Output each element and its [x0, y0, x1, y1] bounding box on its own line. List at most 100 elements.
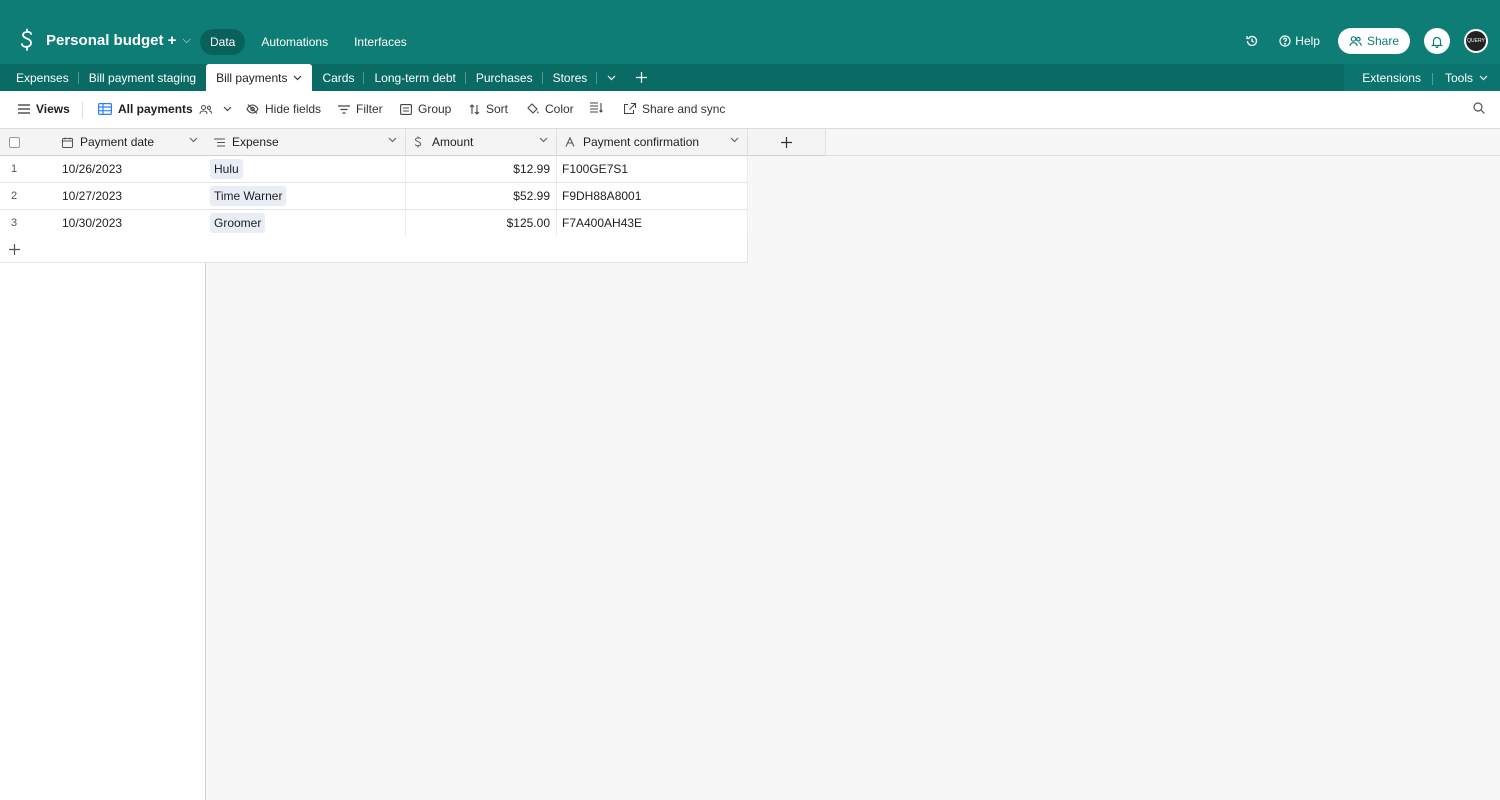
- tab-label: Bill payments: [216, 70, 288, 85]
- column-header-payment-confirmation: Payment confirmation: [583, 135, 700, 149]
- table-row[interactable]: 1 10/26/2023: [0, 156, 206, 183]
- table-tab-bar: Expenses Bill payment staging Bill payme…: [0, 64, 1500, 91]
- cell-expense[interactable]: Time Warner: [206, 183, 406, 210]
- share-label: Share: [1366, 34, 1399, 48]
- cell-payment-date[interactable]: 10/30/2023: [62, 216, 122, 230]
- collaborative-view-icon: [199, 104, 212, 114]
- avatar[interactable]: QUERY: [1464, 29, 1488, 53]
- linked-record-pill[interactable]: Hulu: [210, 159, 243, 179]
- view-switcher-button[interactable]: All payments: [98, 102, 232, 116]
- nav-automations[interactable]: Automations: [251, 29, 338, 55]
- grid-view-icon: [98, 103, 112, 115]
- select-all-checkbox-wrap: [0, 136, 28, 148]
- chevron-down-icon: ⌵: [182, 34, 191, 46]
- cell-payment-confirmation[interactable]: F9DH88A8001: [557, 183, 748, 210]
- group-icon: [400, 103, 412, 115]
- tools-button[interactable]: Tools: [1433, 71, 1500, 85]
- column-header-amount: Amount: [432, 135, 474, 149]
- chevron-down-icon[interactable]: [189, 137, 198, 143]
- help-button[interactable]: Help: [1275, 30, 1324, 52]
- filter-label: Filter: [356, 102, 383, 116]
- hide-fields-button[interactable]: Hide fields: [246, 102, 321, 116]
- tab-purchases[interactable]: Purchases: [466, 64, 543, 91]
- cell-payment-confirmation[interactable]: F100GE7S1: [557, 156, 748, 183]
- view-name: All payments: [118, 102, 193, 116]
- history-icon[interactable]: [1243, 32, 1261, 50]
- cell-payment-date[interactable]: 10/26/2023: [62, 162, 122, 176]
- chevron-down-icon[interactable]: [539, 137, 548, 143]
- search-icon[interactable]: [1473, 102, 1485, 114]
- header-primary-field: Payment date: [0, 129, 206, 156]
- eye-off-icon: [246, 104, 259, 114]
- linked-record-pill[interactable]: Groomer: [210, 213, 266, 233]
- top-app-bar: Personal budget + ⌵ Data Automations Int…: [0, 0, 1500, 64]
- nav-data[interactable]: Data: [200, 29, 246, 55]
- sort-button[interactable]: Sort: [469, 102, 508, 116]
- header-expense[interactable]: Expense: [206, 129, 406, 156]
- row-height-button[interactable]: [590, 102, 603, 113]
- chevron-down-icon[interactable]: [388, 137, 397, 143]
- share-button[interactable]: Share: [1337, 28, 1410, 54]
- sort-icon: [469, 103, 480, 115]
- header-amount[interactable]: Amount: [406, 129, 557, 156]
- top-nav: Data Automations Interfaces: [200, 29, 417, 55]
- group-button[interactable]: Group: [400, 102, 451, 116]
- add-row-strip[interactable]: [206, 236, 748, 263]
- table-row[interactable]: 3 10/30/2023: [0, 210, 206, 237]
- grid-frozen-section: Payment date 1 10/26/2023 2 10/27/2023 3…: [0, 129, 206, 800]
- add-table-plus-icon[interactable]: [626, 64, 657, 91]
- tab-bill-payments[interactable]: Bill payments: [206, 64, 313, 91]
- help-label: Help: [1295, 34, 1320, 48]
- sort-label: Sort: [486, 102, 509, 116]
- tab-bill-payment-staging[interactable]: Bill payment staging: [79, 64, 206, 91]
- filter-button[interactable]: Filter: [338, 102, 383, 116]
- plus-icon: [0, 243, 28, 255]
- header-payment-confirmation[interactable]: Payment confirmation: [557, 129, 748, 156]
- base-logo-icon[interactable]: [16, 28, 38, 54]
- share-and-sync-button[interactable]: Share and sync: [624, 102, 725, 116]
- tab-cards[interactable]: Cards: [312, 64, 365, 91]
- select-all-checkbox[interactable]: [8, 136, 20, 148]
- add-row-button[interactable]: [0, 236, 206, 263]
- chevron-down-icon: [223, 106, 232, 112]
- notifications-bell-icon[interactable]: [1424, 28, 1450, 54]
- text-icon: [565, 137, 579, 147]
- base-name-menu[interactable]: Personal budget + ⌵: [46, 32, 191, 49]
- cell-amount[interactable]: $12.99: [406, 156, 557, 183]
- chevron-down-icon: [1479, 75, 1488, 80]
- cell-amount[interactable]: $52.99: [406, 183, 557, 210]
- grid-scroll-section: Expense Amount Payment confirmation Hulu…: [206, 129, 1500, 800]
- top-right-actions: Help Share QUERY: [1243, 28, 1488, 54]
- add-field-button[interactable]: [748, 129, 826, 156]
- plus-icon: [781, 136, 792, 148]
- paint-bucket-icon: [527, 103, 539, 114]
- extensions-button[interactable]: Extensions: [1350, 71, 1433, 85]
- cell-expense[interactable]: Groomer: [206, 210, 406, 237]
- tab-tools: Extensions Tools: [1344, 64, 1500, 91]
- views-button[interactable]: Views: [18, 102, 70, 116]
- users-icon: [1349, 36, 1362, 47]
- chevron-down-icon: [294, 75, 302, 80]
- tab-stores[interactable]: Stores: [543, 64, 598, 91]
- chevron-down-icon[interactable]: [730, 137, 739, 143]
- table-row[interactable]: 2 10/27/2023: [0, 183, 206, 210]
- cell-payment-confirmation[interactable]: F7A400AH43E: [557, 210, 748, 237]
- row-height-icon: [590, 102, 603, 113]
- row-number: 2: [10, 190, 18, 202]
- tab-expenses[interactable]: Expenses: [6, 64, 79, 91]
- nav-interfaces[interactable]: Interfaces: [344, 29, 417, 55]
- avatar-text: QUERY: [1466, 31, 1486, 51]
- cell-expense[interactable]: Hulu: [206, 156, 406, 183]
- filter-icon: [338, 104, 350, 114]
- linked-record-pill[interactable]: Time Warner: [210, 186, 287, 206]
- view-toolbar: Views All payments Hide fields Filter Gr…: [0, 91, 1500, 129]
- tab-long-term-debt[interactable]: Long-term debt: [364, 64, 467, 91]
- group-label: Group: [418, 102, 452, 116]
- toolbar-divider: [82, 102, 83, 118]
- more-tables-chevron-icon[interactable]: [597, 64, 626, 91]
- color-button[interactable]: Color: [526, 102, 574, 116]
- help-icon: [1279, 35, 1291, 47]
- column-header-payment-date[interactable]: Payment date: [80, 135, 154, 149]
- cell-payment-date[interactable]: 10/27/2023: [62, 189, 122, 203]
- cell-amount[interactable]: $125.00: [406, 210, 557, 237]
